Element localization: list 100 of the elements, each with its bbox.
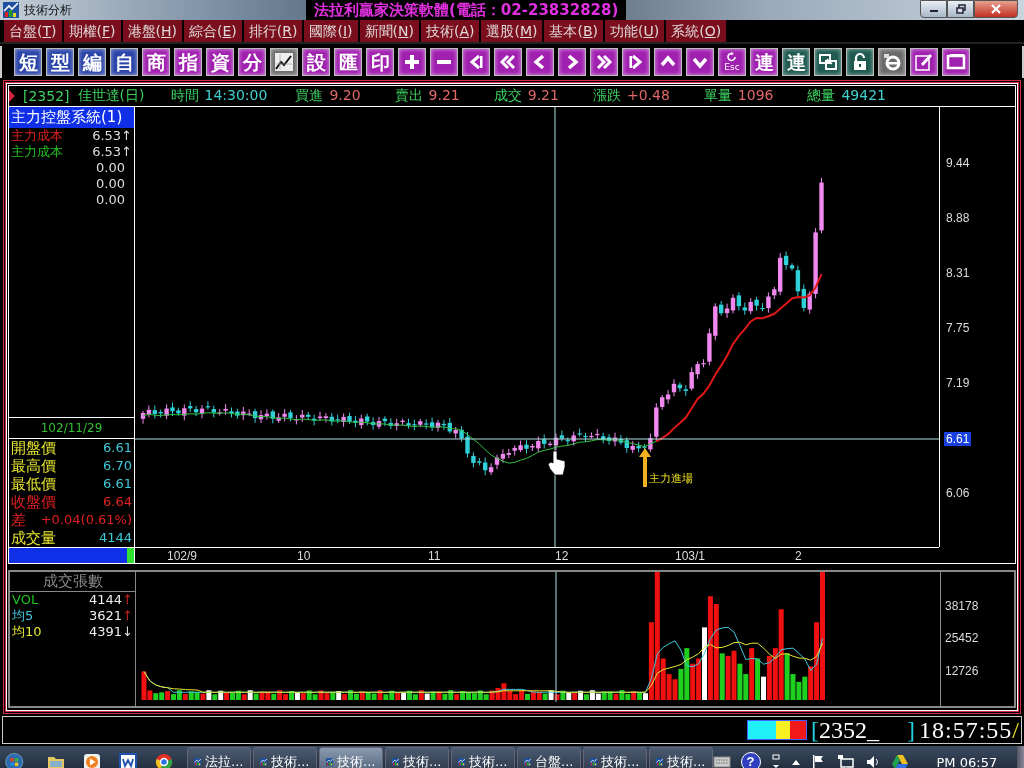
document-icon	[118, 753, 137, 768]
toolbar-button[interactable]	[622, 48, 650, 76]
toolbar-button[interactable]	[910, 48, 938, 76]
toolbar-button[interactable]	[270, 48, 298, 76]
toolbar-button[interactable]: 編	[78, 48, 106, 76]
trend-arrow: ↑	[121, 144, 132, 159]
volume-label: 均10	[12, 624, 42, 640]
quote-value: 9.21	[527, 87, 559, 105]
toolbar-button[interactable]: 短	[14, 48, 42, 76]
volume-value: 4391	[89, 624, 123, 639]
toolbar-button[interactable]	[526, 48, 554, 76]
toolbar-button[interactable]: 匯	[334, 48, 362, 76]
price-value: 4144	[98, 529, 132, 547]
annotation-label: 主力進場	[649, 472, 693, 485]
menu-item[interactable]: 排行(R)	[243, 20, 303, 42]
quote-label: 漲跌	[592, 87, 621, 105]
drive-icon	[890, 754, 909, 768]
toolbar-button[interactable]	[846, 48, 874, 76]
toolbar-button[interactable]: 指	[174, 48, 202, 76]
indicator-value: 6.53	[92, 144, 122, 159]
date-label: 102/11/29	[9, 418, 134, 439]
menu-item[interactable]: 功能(U)	[605, 20, 665, 42]
menu-item[interactable]: 綜合(E)	[183, 20, 242, 42]
toolbar-button[interactable]: 自	[110, 48, 138, 76]
browser-icon	[882, 52, 902, 72]
double-right-arrow-icon	[594, 52, 614, 72]
toolbar-button[interactable]: 商	[142, 48, 170, 76]
price-label: 開盤價	[11, 439, 56, 457]
marker-icon	[9, 90, 15, 102]
taskbar-button[interactable]: 技術...	[252, 747, 317, 768]
toolbar-button[interactable]: 連	[782, 48, 810, 76]
menu-item[interactable]: 期權(F)	[63, 20, 121, 42]
indicator-value: 0.00	[96, 192, 125, 207]
volume-tick: 25452	[945, 631, 979, 645]
plus-icon	[402, 52, 422, 72]
minimize-button[interactable]	[920, 0, 947, 18]
quote-value: 9.20	[329, 87, 361, 105]
toolbar-button[interactable]	[590, 48, 618, 76]
menu-item[interactable]: 技術(A)	[420, 20, 480, 42]
double-left-arrow-icon	[498, 52, 518, 72]
date-tick: 11	[428, 549, 441, 563]
toolbar-button[interactable]: 連	[750, 48, 778, 76]
arrow-icon	[639, 448, 651, 487]
menu-item[interactable]: 基本(B)	[544, 20, 604, 42]
keyboard-icon	[712, 756, 731, 768]
volume-title: 成交張數	[10, 572, 135, 592]
price-label: 差	[11, 511, 26, 529]
volume-value: 3621	[89, 608, 123, 623]
trend-arrow: ↑	[121, 128, 132, 143]
quote-value: +0.48	[626, 87, 670, 105]
toolbar-button[interactable]	[942, 48, 970, 76]
taskbar-button[interactable]: 技術...	[648, 747, 713, 768]
toolbar-button[interactable]	[814, 48, 842, 76]
volume-label: VOL	[12, 592, 39, 608]
toolbar-button[interactable]	[430, 48, 458, 76]
toolbar-button[interactable]: 印	[366, 48, 394, 76]
toolbar-button[interactable]: 型	[46, 48, 74, 76]
menu-item[interactable]: 新聞(N)	[359, 20, 419, 42]
quote-label: 單量	[703, 87, 732, 105]
toolbar-button[interactable]	[398, 48, 426, 76]
trend-arrow: ↑	[122, 592, 133, 607]
menu-item[interactable]: 系統(O)	[666, 20, 727, 42]
price-tick: 7.19	[945, 376, 971, 390]
help-button[interactable]: ?	[740, 752, 761, 768]
toolbar-button[interactable]	[462, 48, 490, 76]
toolbar-button[interactable]: 分	[238, 48, 266, 76]
pencil-icon	[914, 52, 934, 72]
date-tick: 12	[555, 549, 569, 563]
toolbar-button[interactable]	[654, 48, 682, 76]
toolbar-button[interactable]: 設	[302, 48, 330, 76]
close-icon	[990, 4, 1002, 14]
toolbar-button[interactable]	[558, 48, 586, 76]
restore-button[interactable]	[947, 0, 974, 18]
quote-label: 時間	[170, 87, 199, 105]
taskbar-button[interactable]: 法拉...	[186, 747, 251, 768]
folder-icon	[46, 754, 65, 768]
menu-item[interactable]: 國際(I)	[304, 20, 358, 42]
indicator-value: 0.00	[96, 160, 125, 175]
taskbar-button[interactable]: 技術...	[384, 747, 449, 768]
toolbar-button[interactable]: Esc	[718, 48, 746, 76]
price-value: 6.70	[103, 457, 132, 475]
menu-item[interactable]: 選股(M)	[481, 20, 543, 42]
quote-label: 總量	[807, 87, 836, 105]
menu-item[interactable]: 港盤(H)	[122, 20, 182, 42]
price-tick: 8.88	[945, 211, 971, 225]
toolbar-button[interactable]: 資	[206, 48, 234, 76]
price-tick: 8.31	[945, 266, 971, 280]
toolbar-button[interactable]	[494, 48, 522, 76]
close-button[interactable]	[974, 0, 1018, 18]
taskbar-button[interactable]: 台盤...	[516, 747, 581, 768]
stock-name: 佳世達(日)	[77, 87, 145, 105]
quote-label: 成交	[493, 87, 522, 105]
taskbar-button[interactable]: 技術...	[582, 747, 647, 768]
toolbar-button[interactable]	[686, 48, 714, 76]
taskbar-button[interactable]: 技術...	[318, 747, 383, 768]
price-value: 6.61	[103, 439, 132, 457]
chart-app-icon	[3, 2, 19, 18]
quote-value: 14:30:00	[204, 87, 268, 105]
menu-item[interactable]: 台盤(T)	[4, 20, 62, 42]
taskbar-button[interactable]: 技術...	[450, 747, 515, 768]
